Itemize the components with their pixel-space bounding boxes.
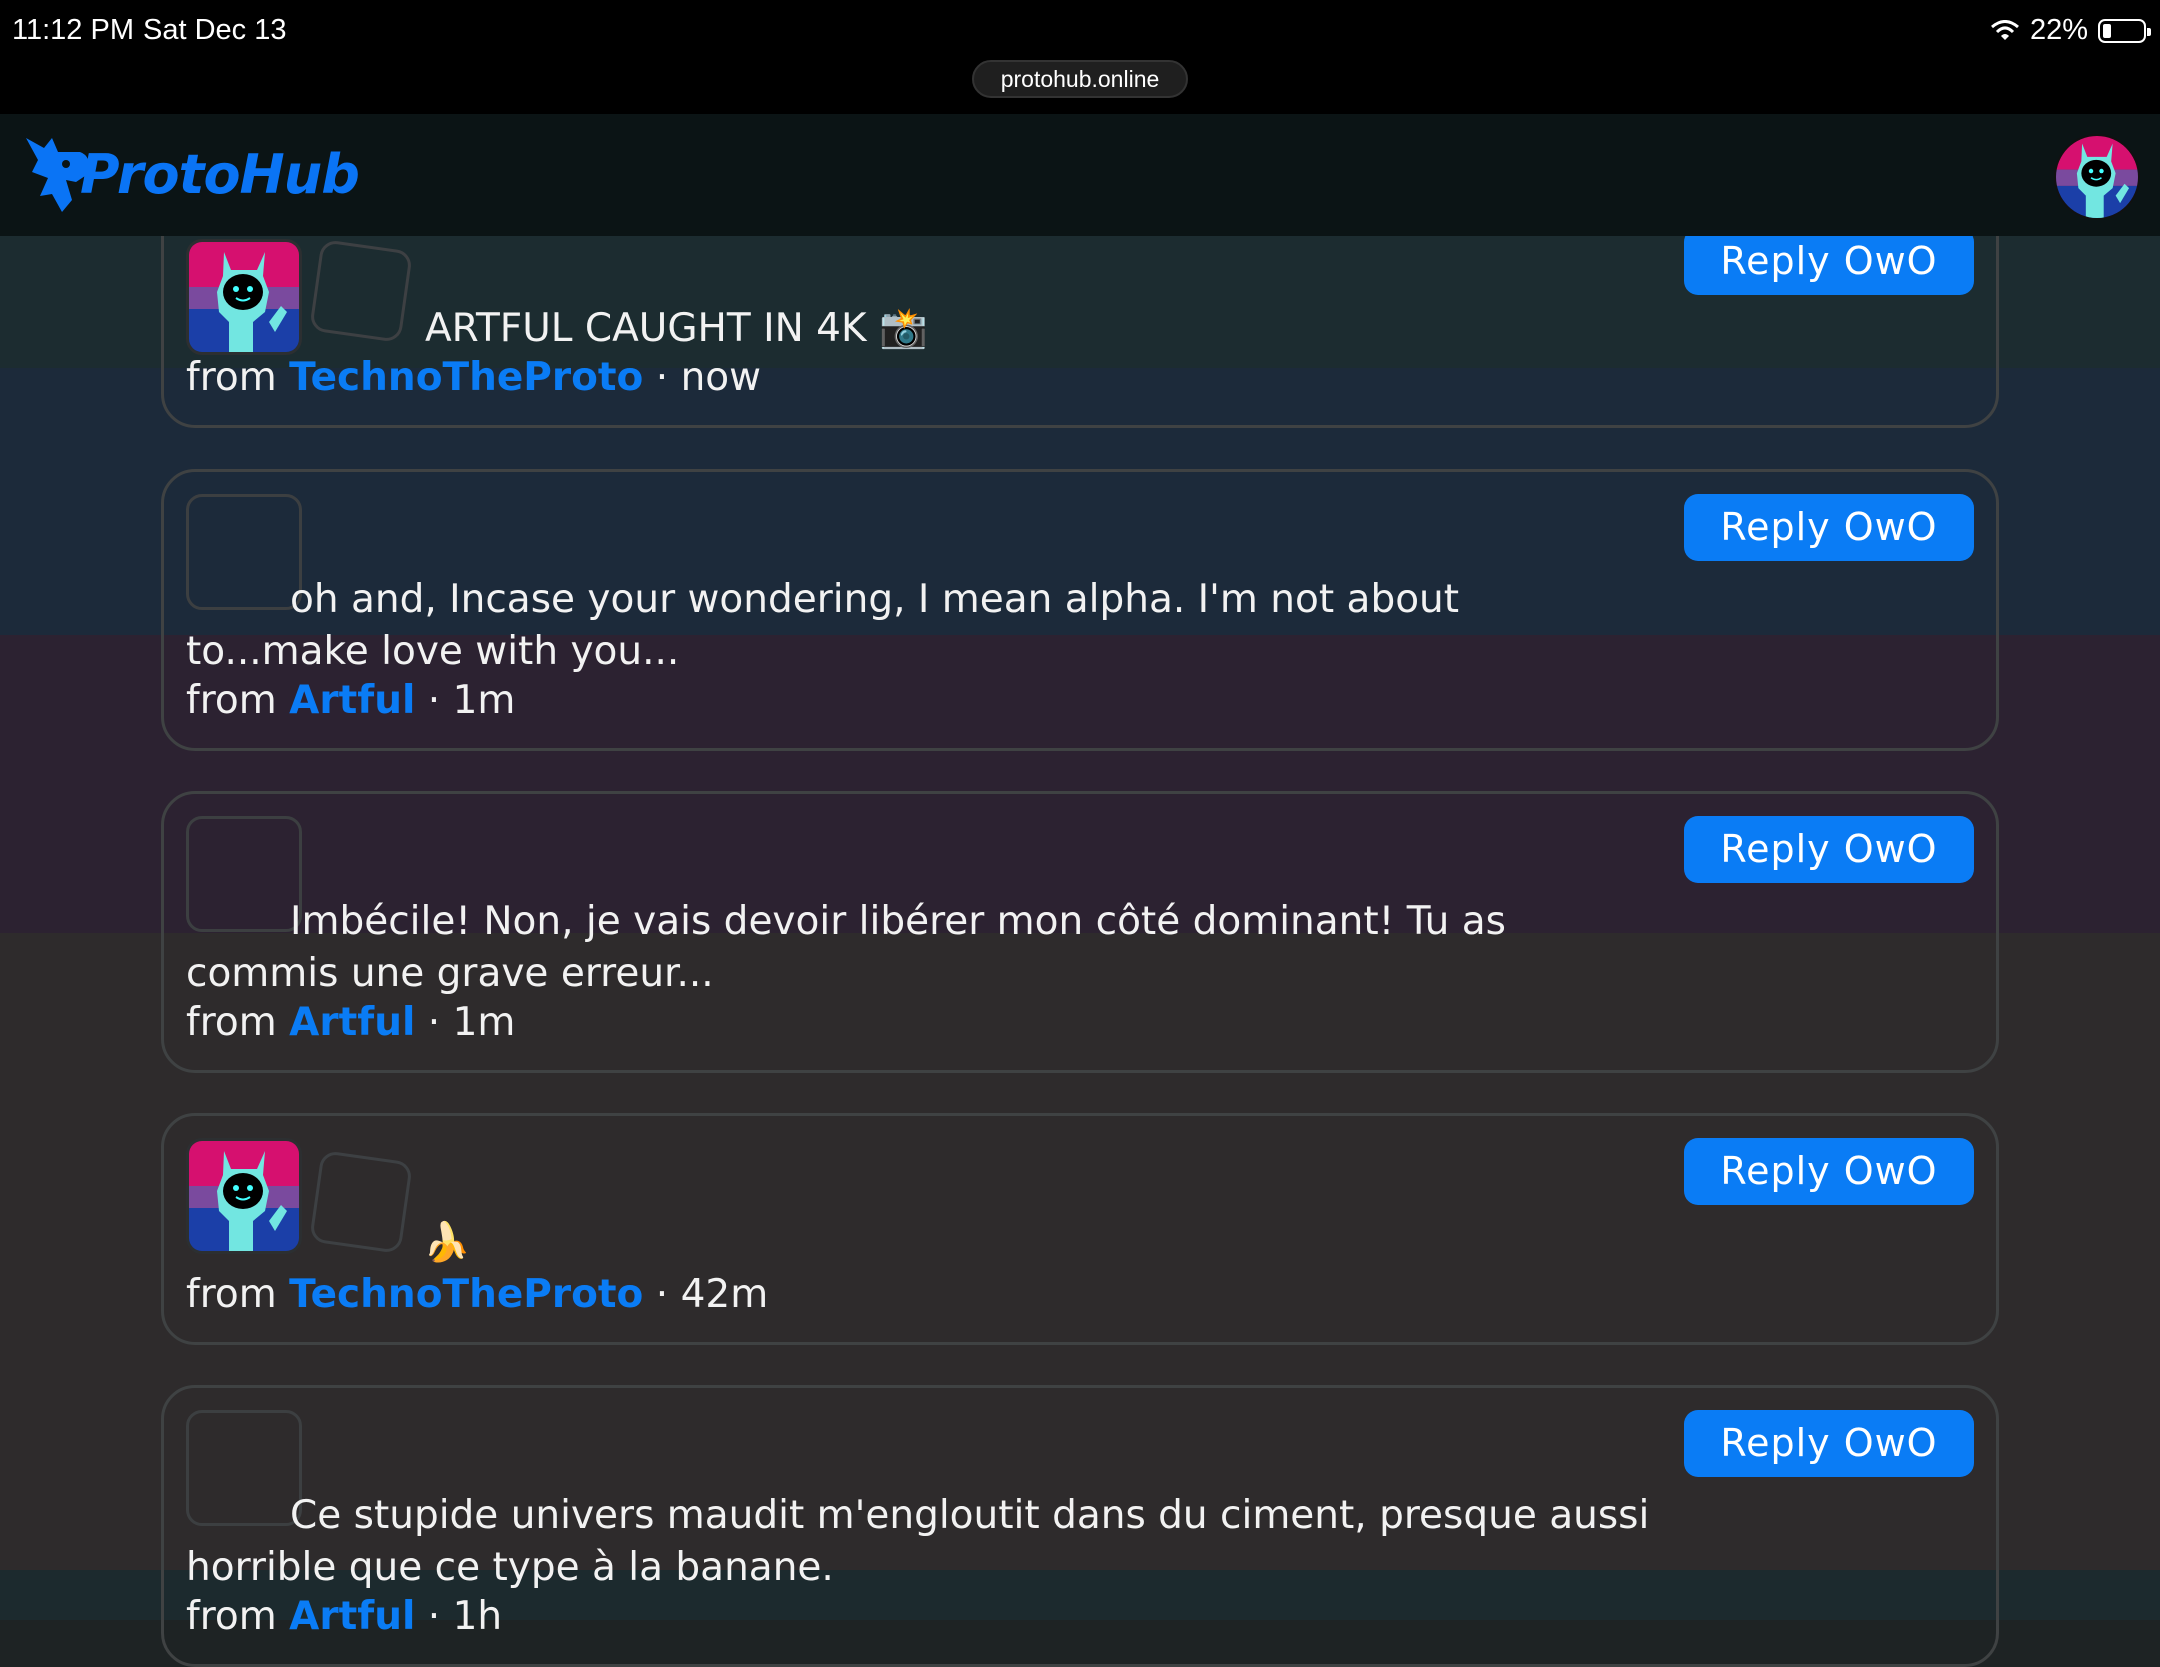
message-text: Ce stupide univers maudit m'engloutit da…: [186, 1493, 1650, 1590]
message-card: Reply OwO oh and, Incase your wondering,…: [161, 469, 1999, 751]
profile-avatar[interactable]: [2054, 134, 2140, 220]
message-meta: from Artful · 1h: [186, 1594, 502, 1639]
from-label: from: [186, 1000, 277, 1045]
avatar[interactable]: [186, 1138, 302, 1254]
username-link[interactable]: Artful: [289, 1000, 415, 1045]
reply-button[interactable]: Reply OwO: [1684, 1410, 1974, 1477]
message-text: 🍌: [423, 1220, 471, 1264]
status-bar: 11:12 PM Sat Dec 13 22% protohub.online: [0, 0, 2160, 114]
message-time: now: [680, 355, 762, 400]
message-time: 1h: [452, 1594, 503, 1639]
separator: ·: [427, 1000, 441, 1045]
reply-button[interactable]: Reply OwO: [1684, 494, 1974, 561]
avatar[interactable]: [186, 239, 302, 355]
separator: ·: [655, 1272, 669, 1317]
wifi-icon: [1990, 19, 2019, 40]
proto-avatar-icon: [189, 242, 299, 352]
message-meta: from TechnoTheProto · 42m: [186, 1272, 768, 1317]
message-text: Imbécile! Non, je vais devoir libérer mo…: [186, 899, 1506, 996]
username-link[interactable]: Artful: [289, 678, 415, 723]
message-text: oh and, Incase your wondering, I mean al…: [186, 577, 1460, 674]
separator: ·: [427, 678, 441, 723]
from-label: from: [186, 678, 277, 723]
from-label: from: [186, 1272, 277, 1317]
attachment-frame: [309, 1150, 413, 1254]
attachment-frame: [309, 239, 413, 343]
logo[interactable]: ProtoHub: [22, 134, 360, 214]
reply-button[interactable]: Reply OwO: [1684, 816, 1974, 883]
separator: ·: [427, 1594, 441, 1639]
message-meta: from Artful · 1m: [186, 678, 515, 723]
status-indicators: 22%: [1990, 14, 2151, 47]
message-meta: from TechnoTheProto · now: [186, 355, 761, 400]
from-label: from: [186, 1594, 277, 1639]
message-time: 1m: [452, 1000, 516, 1045]
battery-icon: [2098, 18, 2151, 43]
logo-text: ProtoHub: [80, 142, 360, 206]
app-header: ProtoHub: [0, 114, 2160, 236]
reply-button[interactable]: Reply OwO: [1684, 228, 1974, 295]
message-card: Reply OwO 🍌 from TechnoTheProto · 42m: [161, 1113, 1999, 1345]
message-meta: from Artful · 1m: [186, 1000, 515, 1045]
url-bar[interactable]: protohub.online: [972, 60, 1188, 98]
separator: ·: [655, 355, 669, 400]
reply-button[interactable]: Reply OwO: [1684, 1138, 1974, 1205]
from-label: from: [186, 355, 277, 400]
proto-avatar-icon: [2056, 136, 2138, 218]
message-card: Reply OwO Ce stupide univers maudit m'en…: [161, 1385, 1999, 1667]
message-card: Reply OwO Imbécile! Non, je vais devoir …: [161, 791, 1999, 1073]
username-link[interactable]: TechnoTheProto: [289, 355, 643, 400]
message-time: 1m: [452, 678, 516, 723]
message-time: 42m: [680, 1272, 769, 1317]
status-date: Sat Dec 13: [143, 14, 287, 46]
proto-avatar-icon: [189, 1141, 299, 1251]
battery-percent: 22%: [2029, 14, 2088, 46]
message-text: ARTFUL CAUGHT IN 4K 📸: [425, 306, 928, 351]
username-link[interactable]: Artful: [289, 1594, 415, 1639]
username-link[interactable]: TechnoTheProto: [289, 1272, 643, 1317]
status-time: 11:12 PM: [12, 14, 134, 46]
